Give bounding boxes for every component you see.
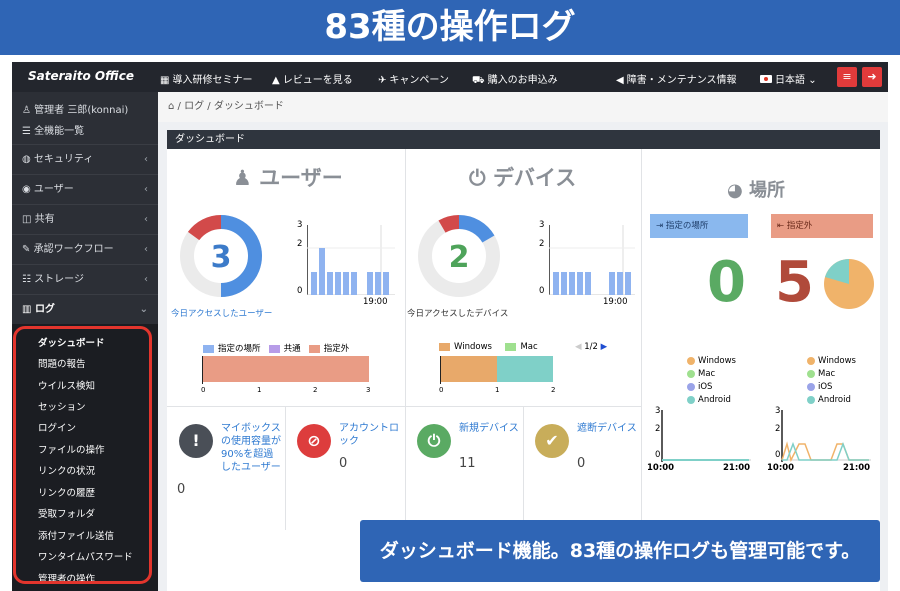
users-count: 3 <box>210 240 232 275</box>
devices-bar-windows <box>441 356 497 382</box>
places-section-title: ◕ 場所 <box>727 180 785 201</box>
devices-legend-pager[interactable]: ◀ 1/2 ▶ <box>575 342 607 352</box>
sign-out-icon: ⇤ <box>777 221 785 231</box>
nav-review[interactable]: ▲ レビューを見る <box>272 71 353 86</box>
outside-pie-chart <box>824 259 874 309</box>
globe-icon: ◕ <box>727 180 743 201</box>
sign-out-icon: ➜ <box>867 70 877 83</box>
chevron-down-icon: ⌄ <box>139 304 148 315</box>
sign-in-icon: ⇥ <box>656 221 664 231</box>
users-bar-chart <box>307 225 395 295</box>
devices-section-title: ⏻ デバイス <box>469 166 577 190</box>
nav-maintenance[interactable]: ◀ 障害・メンテナンス情報 <box>616 71 737 86</box>
logout-button[interactable]: ➜ <box>862 67 882 87</box>
devices-bar-chart <box>549 225 635 295</box>
sidebar-item-security[interactable]: ◍ セキュリティ ‹ <box>12 144 158 174</box>
chevron-left-icon: ‹ <box>144 244 148 255</box>
sidebar-item-users[interactable]: ◉ ユーザー ‹ <box>12 174 158 204</box>
sidebar-item-workflow[interactable]: ✎ 承認ワークフロー ‹ <box>12 234 158 264</box>
places-outside-os-legend: Windows Mac iOS Android <box>807 355 856 407</box>
sidebar-item-storage[interactable]: ☷ ストレージ ‹ <box>12 264 158 294</box>
users-legend: 指定の場所 共通 指定外 <box>203 342 349 354</box>
shield-icon: ◍ <box>22 154 31 165</box>
panel-title: ダッシュボード <box>167 130 880 149</box>
warning-icon: ! <box>179 424 213 458</box>
breadcrumb-log[interactable]: ログ <box>184 101 204 112</box>
sidebar-item-log[interactable]: ▥ ログ ⌄ <box>12 294 158 324</box>
top-navbar: Sateraito Office ▦ 導入研修セミナー ▲ レビューを見る ✈ キャン… <box>12 62 888 92</box>
caption-banner: ダッシュボード機能。83種の操作ログも管理可能です。 <box>360 520 880 582</box>
flag-japan-icon <box>760 75 772 83</box>
calendar-icon: ▦ <box>160 75 170 86</box>
devices-today-link[interactable]: 今日アクセスしたデバイス <box>407 307 508 319</box>
home-icon[interactable]: ⌂ <box>168 101 174 112</box>
next-icon[interactable]: ▶ <box>601 342 608 352</box>
cart-icon: ⛟ <box>472 75 485 86</box>
menu-button[interactable]: ≡ <box>837 67 857 87</box>
outside-line-chart <box>781 410 871 462</box>
chevron-left-icon: ‹ <box>144 184 148 195</box>
database-icon: ☷ <box>22 274 31 285</box>
places-inside-os-legend: Windows Mac iOS Android <box>687 355 736 407</box>
users-section-title: ♟ ユーザー <box>233 166 343 190</box>
pencil-icon: ✎ <box>22 244 31 255</box>
users-today-link[interactable]: 今日アクセスしたユーザー <box>171 307 272 319</box>
nav-campaign[interactable]: ✈ キャンペーン <box>378 71 449 86</box>
outside-count: 5 <box>775 250 814 315</box>
chevron-left-icon: ‹ <box>144 274 148 285</box>
user-icon: ♟ <box>233 166 252 190</box>
list-icon: ☰ <box>22 126 31 137</box>
nav-seminar[interactable]: ▦ 導入研修セミナー <box>160 71 252 86</box>
inside-count: 0 <box>707 250 746 315</box>
thumbs-up-icon: ▲ <box>272 75 280 86</box>
nav-purchase[interactable]: ⛟ 購入のお申込み <box>472 71 558 88</box>
hamburger-icon: ≡ <box>842 70 852 83</box>
breadcrumb-current: ダッシュボード <box>213 101 284 112</box>
power-icon: ⏻ <box>469 166 486 190</box>
ban-icon: ⊘ <box>297 424 331 458</box>
user-circle-icon: ◉ <box>22 184 31 195</box>
language-selector[interactable]: 日本語 ⌄ <box>760 71 817 86</box>
banner-title: 83種の操作ログ <box>0 0 900 55</box>
sidebar-user[interactable]: ♙ 管理者 三郎(konnai) <box>22 101 128 116</box>
user-icon: ♙ <box>22 105 31 116</box>
app-logo[interactable]: Sateraito Office <box>28 69 134 83</box>
submenu-highlight-box <box>13 326 152 584</box>
outside-location-header: ⇤ 指定外 <box>771 214 873 238</box>
power-icon: ⏻ <box>417 424 451 458</box>
bar-chart-icon: ▥ <box>22 304 32 315</box>
check-square-icon: ✔ <box>535 424 569 458</box>
share-icon: ◫ <box>22 214 32 225</box>
chevron-down-icon: ⌄ <box>808 75 817 86</box>
devices-count: 2 <box>448 240 470 275</box>
breadcrumb: ⌂ / ログ / ダッシュボード <box>158 92 888 122</box>
users-stacked-bar <box>203 356 369 382</box>
sidebar-all-features[interactable]: ☰ 全機能一覧 <box>22 122 84 137</box>
bullhorn-icon: ◀ <box>616 75 624 86</box>
sidebar-item-share[interactable]: ◫ 共有 ‹ <box>12 204 158 234</box>
devices-bar-mac <box>497 356 553 382</box>
inside-line-chart <box>661 410 751 462</box>
devices-legend: Windows Mac <box>439 342 538 352</box>
chevron-left-icon: ‹ <box>144 214 148 225</box>
chevron-left-icon: ‹ <box>144 154 148 165</box>
megaphone-icon: ✈ <box>378 75 387 86</box>
inside-location-header: ⇥ 指定の場所 <box>650 214 748 238</box>
prev-icon[interactable]: ◀ <box>575 342 582 352</box>
